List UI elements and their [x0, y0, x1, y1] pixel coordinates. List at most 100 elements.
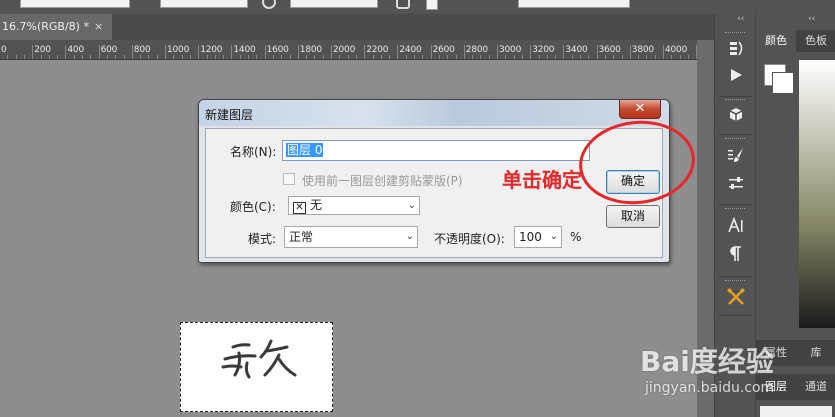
panel-grip[interactable] — [725, 208, 745, 211]
panel-grip[interactable] — [725, 99, 745, 102]
close-tab-icon[interactable]: × — [94, 14, 103, 40]
ruler-minor-tick — [82, 55, 83, 59]
blend-mode-select[interactable] — [20, 0, 130, 8]
no-color-icon: ✕ — [293, 202, 306, 214]
ruler-minor-tick — [289, 55, 291, 59]
ruler-tick-label: 3200 — [532, 45, 555, 55]
opacity-field[interactable] — [160, 0, 248, 8]
ruler-minor-tick — [106, 55, 108, 59]
collapse-icon[interactable]: ‹‹ — [808, 14, 815, 24]
ruler-tick-label: 3400 — [565, 45, 588, 55]
ruler-minor-tick — [223, 55, 225, 59]
separator — [719, 276, 752, 277]
ruler-tick-label: 3600 — [598, 45, 621, 55]
document-tab-bar: 16.7%(RGB/8) * × — [0, 14, 714, 40]
mode-select[interactable]: 正常 ⌄ — [284, 226, 418, 248]
align-checkbox[interactable] — [426, 0, 438, 10]
ruler-minor-tick — [538, 55, 540, 59]
cancel-button[interactable]: 取消 — [606, 205, 660, 228]
3d-icon[interactable] — [723, 106, 749, 128]
ruler-minor-tick — [414, 55, 415, 59]
ruler-major-tick — [98, 45, 100, 59]
sample-select[interactable] — [518, 0, 630, 8]
color-select[interactable]: ✕ 无 ⌄ — [288, 196, 420, 215]
play-icon[interactable] — [723, 67, 749, 89]
mode-select-value: 正常 — [289, 230, 314, 244]
document-tab[interactable]: 16.7%(RGB/8) * × — [0, 14, 112, 40]
ruler-tick-label: 200 — [34, 45, 51, 55]
ruler-tick-label: 1400 — [233, 45, 256, 55]
close-icon[interactable]: ✕ — [619, 100, 661, 119]
watermark: Bai度经验 jingyan.baidu.com — [640, 340, 830, 417]
opacity-select[interactable]: 100 ⌄ — [514, 226, 562, 248]
mode-label: 模式: — [248, 232, 277, 246]
panel-grip[interactable] — [725, 32, 745, 35]
ruler-major-tick — [165, 45, 166, 59]
ruler-minor-tick — [580, 55, 581, 59]
ruler-minor-tick — [189, 55, 191, 59]
ruler-minor-tick — [621, 55, 623, 59]
ruler-minor-tick — [480, 55, 482, 59]
ruler-major-tick — [563, 45, 565, 59]
separator — [719, 204, 752, 205]
ruler-minor-tick — [57, 55, 59, 59]
ruler-minor-tick — [646, 55, 648, 59]
ruler-tick-label: 400 — [67, 45, 84, 55]
ruler-minor-tick — [521, 55, 523, 59]
ruler-minor-tick — [156, 55, 158, 59]
ruler-minor-tick — [115, 55, 117, 59]
ruler-major-tick — [65, 45, 67, 59]
clip-mask-label: 使用前一图层创建剪贴蒙版(P) — [302, 174, 463, 188]
brush-strokes — [221, 339, 297, 379]
ruler-major-tick — [297, 45, 299, 59]
tab-color[interactable]: 颜色 — [756, 30, 796, 52]
ruler-minor-tick — [405, 55, 407, 59]
color-picker-field[interactable] — [799, 60, 835, 328]
ruler-minor-tick — [472, 55, 474, 59]
ruler-minor-tick — [389, 55, 391, 59]
ruler-minor-tick — [447, 55, 449, 59]
ruler-minor-tick — [206, 55, 208, 59]
ruler-minor-tick — [90, 55, 92, 59]
ruler-minor-tick — [638, 55, 640, 59]
ruler-minor-tick — [654, 55, 656, 59]
pressure-icon[interactable] — [262, 0, 276, 9]
ruler-minor-tick — [181, 55, 183, 59]
tools-cross-icon[interactable] — [723, 287, 749, 309]
history-icon[interactable] — [723, 39, 749, 61]
ruler-major-tick — [663, 45, 664, 59]
ruler-major-tick — [596, 45, 598, 59]
ruler-major-tick — [32, 45, 34, 59]
ruler-tick-label: 4000 — [665, 45, 688, 55]
ruler-tick-label: 2400 — [399, 45, 422, 55]
flow-field[interactable] — [290, 0, 378, 8]
ruler-tick-label: 1200 — [200, 45, 223, 55]
options-bar — [0, 0, 835, 14]
panel-grip[interactable] — [725, 280, 745, 283]
ruler-tick-label: 2000 — [333, 45, 356, 55]
tab-swatches[interactable]: 色板 — [796, 30, 835, 52]
watermark-logo: Bai度经验 — [640, 345, 774, 378]
panel-grip[interactable] — [725, 138, 745, 141]
ruler-minor-tick — [372, 55, 374, 59]
ruler-minor-tick — [671, 55, 673, 59]
collapse-icon[interactable]: ‹‹ — [737, 14, 744, 24]
paragraph-icon[interactable] — [723, 245, 749, 267]
annotation-text: 单击确定 — [502, 168, 582, 192]
adjust-icon[interactable] — [723, 174, 749, 196]
clip-mask-checkbox[interactable] — [283, 173, 295, 185]
background-color-swatch[interactable] — [772, 72, 794, 94]
ruler-minor-tick — [380, 55, 382, 59]
ruler-minor-tick — [7, 55, 9, 59]
dialog-title: 新建图层 — [205, 108, 254, 122]
dialog-title-bar[interactable]: 新建图层 ✕ — [199, 100, 669, 126]
brush-icon[interactable] — [723, 146, 749, 168]
horizontal-ruler: 0 200 400 600 800 1000 1200 1400 1600 1800 2000 220… — [0, 40, 723, 60]
airbrush-icon[interactable] — [396, 0, 410, 9]
name-input[interactable]: 图层 0 — [282, 140, 590, 161]
character-icon[interactable] — [723, 216, 749, 239]
ruler-major-tick — [331, 45, 332, 59]
watermark-url: jingyan.baidu.com — [645, 380, 775, 396]
opacity-label: 不透明度(O): — [434, 232, 505, 246]
ruler-minor-tick — [513, 55, 515, 59]
